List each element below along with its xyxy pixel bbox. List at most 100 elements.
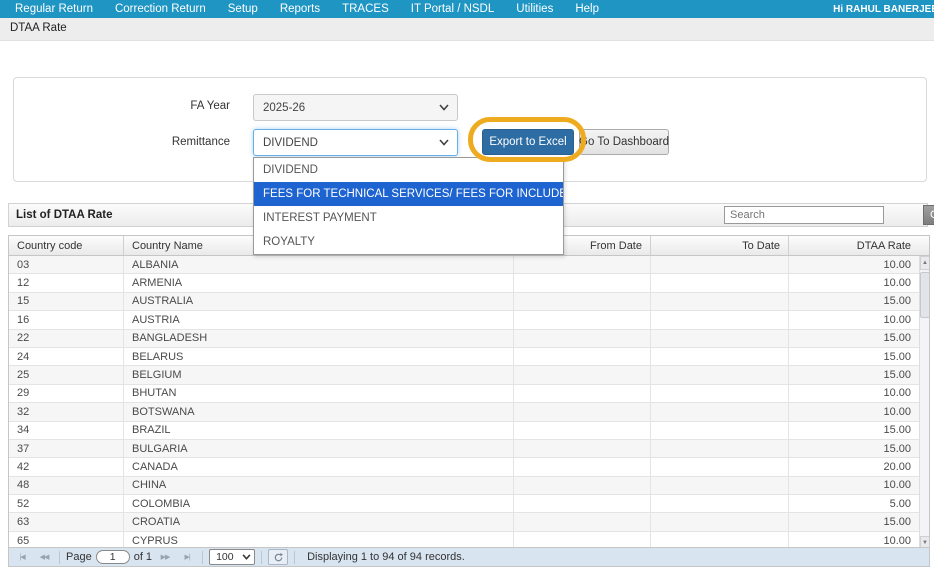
next-page-button[interactable]: ▶▶	[156, 550, 174, 565]
cell-to-date	[651, 293, 789, 311]
fa-year-label: FA Year	[130, 100, 230, 112]
cell-rate: 15.00	[789, 422, 919, 440]
table-row[interactable]: 22BANGLADESH15.00	[9, 330, 929, 348]
column-header-country-code[interactable]: Country code	[9, 236, 124, 255]
cell-to-date	[651, 458, 789, 476]
export-to-excel-button[interactable]: Export to Excel	[482, 129, 574, 155]
column-header-to-date[interactable]: To Date	[651, 236, 789, 255]
page-size-value: 100	[216, 551, 234, 563]
cell-rate: 10.00	[789, 385, 919, 403]
app-root: { "nav": { "items": ["Regular Return", "…	[0, 0, 934, 575]
page-number-input[interactable]	[96, 550, 130, 564]
column-header-dtaa-rate[interactable]: DTAA Rate	[789, 236, 919, 255]
cell-to-date	[651, 256, 789, 274]
cell-from-date	[514, 330, 651, 348]
grid-body: 03ALBANIA10.0012ARMENIA10.0015AUSTRALIA1…	[9, 256, 929, 550]
cell-rate: 10.00	[789, 311, 919, 329]
refresh-button[interactable]	[268, 549, 288, 565]
cell-rate: 15.00	[789, 293, 919, 311]
cell-name: AUSTRIA	[124, 311, 514, 329]
table-row[interactable]: 34BRAZIL 15.00	[9, 422, 929, 440]
nav-item-correction-return[interactable]: Correction Return	[104, 3, 217, 15]
cell-name: ALBANIA	[124, 256, 514, 274]
cell-from-date	[514, 458, 651, 476]
nav-item-it-portal-nsdl[interactable]: IT Portal / NSDL	[400, 3, 506, 15]
nav-item-regular-return[interactable]: Regular Return	[4, 3, 104, 15]
search-go-button[interactable]: Go	[923, 205, 934, 225]
pager-divider	[59, 551, 60, 564]
nav-item-utilities[interactable]: Utilities	[505, 3, 564, 15]
go-to-dashboard-label: Go To Dashboard	[579, 136, 669, 148]
cell-code: 15	[9, 293, 124, 311]
page-of-label: of 1	[134, 551, 152, 563]
first-page-button[interactable]: |◀	[13, 550, 31, 565]
table-row[interactable]: 48CHINA10.00	[9, 477, 929, 495]
table-row[interactable]: 32BOTSWANA10.00	[9, 403, 929, 421]
table-row[interactable]: 29BHUTAN10.00	[9, 385, 929, 403]
dropdown-option[interactable]: INTEREST PAYMENT	[254, 206, 563, 230]
cell-to-date	[651, 477, 789, 495]
dropdown-option[interactable]: DIVIDEND	[254, 158, 563, 182]
nav-item-help[interactable]: Help	[564, 3, 610, 15]
page-size-select[interactable]: 100	[209, 549, 255, 565]
cell-rate: 10.00	[789, 477, 919, 495]
table-row[interactable]: 15AUSTRALIA 15.00	[9, 293, 929, 311]
scroll-up-icon[interactable]: ▲	[920, 256, 929, 270]
remittance-select[interactable]: DIVIDEND	[253, 129, 458, 156]
table-row[interactable]: 16AUSTRIA 10.00	[9, 311, 929, 329]
table-row[interactable]: 03ALBANIA10.00	[9, 256, 929, 274]
table-row[interactable]: 52COLOMBIA5.00	[9, 495, 929, 513]
cell-code: 34	[9, 422, 124, 440]
cell-name: BELARUS	[124, 348, 514, 366]
cell-rate: 10.00	[789, 403, 919, 421]
cell-to-date	[651, 422, 789, 440]
cell-to-date	[651, 385, 789, 403]
cell-name: BULGARIA	[124, 440, 514, 458]
cell-to-date	[651, 330, 789, 348]
cell-code: 16	[9, 311, 124, 329]
remittance-label: Remittance	[130, 136, 230, 148]
top-navbar: Regular ReturnCorrection ReturnSetupRepo…	[0, 0, 934, 18]
chevron-down-icon	[439, 104, 449, 111]
cell-code: 24	[9, 348, 124, 366]
table-row[interactable]: 42CANADA20.00	[9, 458, 929, 476]
fa-year-select[interactable]: 2025-26	[253, 94, 458, 121]
dropdown-option[interactable]: FEES FOR TECHNICAL SERVICES/ FEES FOR IN…	[254, 182, 563, 206]
fa-year-value: 2025-26	[263, 102, 305, 114]
table-row[interactable]: 63CROATIA15.00	[9, 513, 929, 531]
table-row[interactable]: 25BELGIUM15.00	[9, 366, 929, 384]
cell-name: BOTSWANA	[124, 403, 514, 421]
cell-rate: 15.00	[789, 348, 919, 366]
cell-name: BELGIUM	[124, 366, 514, 384]
cell-name: AUSTRALIA	[124, 293, 514, 311]
cell-to-date	[651, 311, 789, 329]
table-row[interactable]: 37BULGARIA15.00	[9, 440, 929, 458]
nav-item-setup[interactable]: Setup	[217, 3, 269, 15]
cell-from-date	[514, 385, 651, 403]
last-page-button[interactable]: ▶|	[178, 550, 196, 565]
table-row[interactable]: 12ARMENIA10.00	[9, 274, 929, 292]
nav-item-reports[interactable]: Reports	[269, 3, 331, 15]
cell-name: BANGLADESH	[124, 330, 514, 348]
cell-rate: 15.00	[789, 366, 919, 384]
cell-name: BHUTAN	[124, 385, 514, 403]
scrollbar-thumb[interactable]	[920, 272, 929, 318]
remittance-value: DIVIDEND	[263, 137, 318, 149]
export-to-excel-label: Export to Excel	[489, 136, 566, 148]
go-to-dashboard-button[interactable]: Go To Dashboard	[579, 129, 669, 155]
cell-name: BRAZIL	[124, 422, 514, 440]
search-go-label: Go	[930, 209, 934, 221]
nav-item-traces[interactable]: TRACES	[331, 3, 400, 15]
cell-rate: 5.00	[789, 495, 919, 513]
vertical-scrollbar[interactable]: ▲ ▼	[919, 256, 929, 550]
cell-from-date	[514, 422, 651, 440]
cell-from-date	[514, 366, 651, 384]
search-input[interactable]	[724, 206, 884, 224]
dropdown-option[interactable]: ROYALTY	[254, 230, 563, 254]
cell-from-date	[514, 495, 651, 513]
refresh-icon	[273, 552, 284, 563]
prev-page-button[interactable]: ◀◀	[35, 550, 53, 565]
table-row[interactable]: 24BELARUS 15.00	[9, 348, 929, 366]
cell-to-date	[651, 348, 789, 366]
cell-from-date	[514, 293, 651, 311]
